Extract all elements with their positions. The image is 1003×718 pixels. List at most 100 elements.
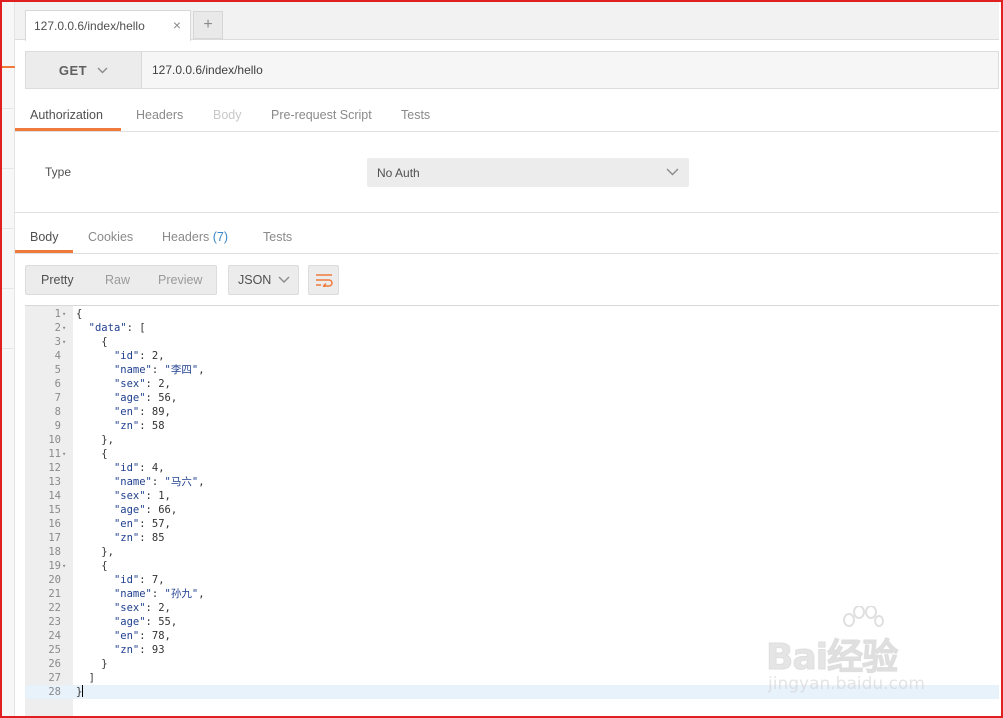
preview-button[interactable]: Preview	[158, 273, 202, 287]
tab-response-body[interactable]: Body	[30, 230, 59, 244]
tab-pre-request-script[interactable]: Pre-request Script	[271, 108, 372, 122]
sidebar-divider	[2, 228, 15, 229]
line-number: 13	[48, 476, 61, 488]
code-text: "id": 4,	[113, 462, 165, 474]
fold-toggle-icon[interactable]: ▾	[62, 447, 66, 461]
sidebar-active-marker	[2, 66, 15, 68]
tab-response-tests[interactable]: Tests	[263, 230, 292, 244]
code-line: 14 "sex": 1,	[25, 489, 999, 503]
line-number: 2	[54, 322, 61, 334]
url-input[interactable]: 127.0.0.6/index/hello	[152, 63, 263, 77]
method-select[interactable]: GET	[26, 52, 142, 88]
tab-body[interactable]: Body	[213, 108, 242, 122]
active-response-tab-indicator	[15, 250, 73, 253]
code-line: 8 "en": 89,	[25, 405, 999, 419]
code-text: "name": "马六",	[113, 476, 205, 488]
sidebar-divider	[2, 288, 15, 289]
code-text: "en": 89,	[113, 406, 171, 418]
code-text: "name": "孙九",	[113, 588, 205, 600]
chevron-down-icon	[97, 67, 108, 73]
baidu-watermark: Bai经验 jingyan.baidu.com	[765, 606, 976, 696]
code-text: "age": 55,	[113, 616, 178, 628]
line-number: 28	[48, 686, 61, 698]
view-mode-group: Pretty Raw Preview	[25, 265, 217, 295]
code-line: 3 ▾ {	[25, 335, 999, 349]
watermark-url: jingyan.baidu.com	[768, 674, 925, 694]
code-line: 7 "age": 56,	[25, 391, 999, 405]
line-number: 3	[54, 336, 61, 348]
auth-type-select[interactable]: No Auth	[367, 158, 689, 187]
code-text: "sex": 2,	[113, 378, 171, 390]
code-text: "id": 2,	[113, 350, 165, 362]
code-text: },	[76, 434, 114, 446]
line-number: 8	[54, 406, 61, 418]
line-number: 5	[54, 364, 61, 376]
fold-toggle-icon[interactable]: ▾	[62, 307, 66, 321]
line-number: 24	[48, 630, 61, 642]
code-line: 9 "zn": 58	[25, 419, 999, 433]
new-tab-button[interactable]: +	[193, 11, 223, 39]
request-tab-bar: 127.0.0.6/index/hello × +	[15, 2, 999, 41]
code-line: 5 "name": "李四",	[25, 363, 999, 377]
code-text: {	[76, 448, 108, 460]
code-text: "data": [	[88, 322, 146, 334]
request-tab-title: 127.0.0.6/index/hello	[34, 19, 145, 33]
code-line: 6 "sex": 2,	[25, 377, 999, 391]
plus-icon: +	[203, 16, 213, 33]
line-number: 15	[48, 504, 61, 516]
code-text: },	[76, 546, 114, 558]
line-number: 12	[48, 462, 61, 474]
line-number: 26	[48, 658, 61, 670]
url-bar: GET 127.0.0.6/index/hello	[25, 51, 999, 89]
wrap-lines-button[interactable]	[308, 265, 339, 295]
auth-type-value: No Auth	[377, 166, 420, 180]
code-line: 19 ▾ {	[25, 559, 999, 573]
code-text: "id": 7,	[113, 574, 165, 586]
line-number: 10	[48, 434, 61, 446]
text-cursor	[82, 685, 84, 697]
active-tab-indicator	[15, 128, 121, 131]
watermark-main-text: Bai经验	[765, 637, 898, 679]
line-number: 27	[48, 672, 61, 684]
fold-toggle-icon[interactable]: ▾	[62, 335, 66, 349]
code-text: }	[76, 685, 84, 698]
line-number: 19	[48, 560, 61, 572]
code-text: {	[76, 336, 108, 348]
code-line: 18 },	[25, 545, 999, 559]
tab-cookies[interactable]: Cookies	[88, 230, 133, 244]
close-icon[interactable]: ×	[173, 17, 181, 33]
code-text: "en": 78,	[113, 630, 171, 642]
raw-button[interactable]: Raw	[105, 273, 130, 287]
format-select[interactable]: JSON	[228, 265, 299, 295]
line-number: 1	[54, 308, 61, 320]
request-tab[interactable]: 127.0.0.6/index/hello ×	[25, 10, 191, 41]
format-value: JSON	[238, 273, 272, 287]
code-text: }	[76, 658, 108, 670]
code-line: 2 ▾ "data": [	[25, 321, 999, 335]
tab-response-headers-label: Headers	[162, 230, 210, 244]
line-number: 4	[54, 350, 61, 362]
sidebar-divider	[2, 348, 15, 349]
request-tabs: Authorization Headers Body Pre-request S…	[15, 98, 999, 132]
tab-authorization[interactable]: Authorization	[30, 108, 103, 122]
tab-tests[interactable]: Tests	[401, 108, 430, 122]
chevron-down-icon	[666, 168, 679, 176]
code-line: 17 "zn": 85	[25, 531, 999, 545]
code-line: 13 "name": "马六",	[25, 475, 999, 489]
code-line: 4 "id": 2,	[25, 349, 999, 363]
line-number: 9	[54, 420, 61, 432]
line-number: 7	[54, 392, 61, 404]
chevron-down-icon	[278, 276, 290, 283]
line-number: 18	[48, 546, 61, 558]
line-number: 25	[48, 644, 61, 656]
code-text: "sex": 1,	[113, 490, 171, 502]
line-number: 6	[54, 378, 61, 390]
fold-toggle-icon[interactable]: ▾	[62, 321, 66, 335]
tab-response-headers[interactable]: Headers (7)	[162, 230, 228, 244]
pretty-button[interactable]: Pretty	[41, 273, 74, 287]
fold-toggle-icon[interactable]: ▾	[62, 559, 66, 573]
line-number: 23	[48, 616, 61, 628]
tab-headers[interactable]: Headers	[136, 108, 183, 122]
code-text: "sex": 2,	[113, 602, 171, 614]
line-number: 14	[48, 490, 61, 502]
